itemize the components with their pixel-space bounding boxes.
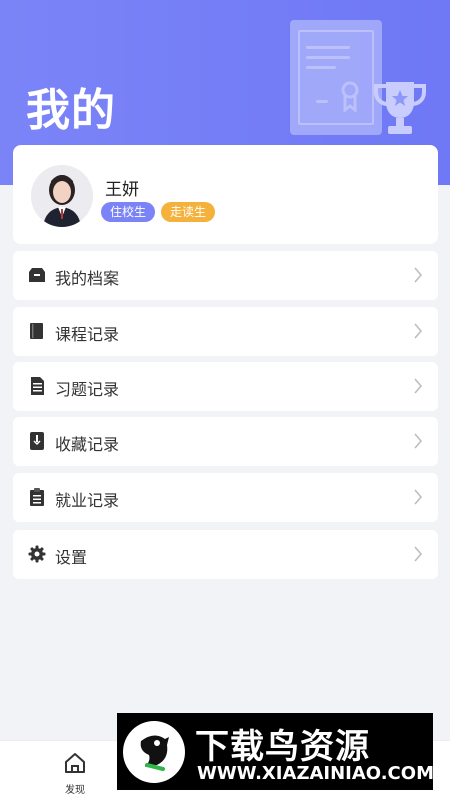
- menu-item-course-records[interactable]: 课程记录: [13, 307, 438, 356]
- book-icon: [30, 323, 43, 339]
- menu-item-my-archive[interactable]: 我的档案: [13, 251, 438, 300]
- certificate-illustration: [290, 20, 382, 135]
- menu-item-favorites-records[interactable]: 收藏记录: [13, 417, 438, 466]
- document-list-icon: [31, 377, 44, 395]
- clipboard-icon: [30, 488, 44, 506]
- menu-item-settings[interactable]: 设置: [13, 530, 438, 579]
- user-name: 王妍: [105, 180, 139, 200]
- menu-label: 设置: [55, 548, 88, 567]
- gear-icon: [28, 545, 46, 563]
- trophy-illustration: [374, 82, 426, 134]
- watermark-url: WWW.XIAZAINIAO.COM: [197, 763, 434, 784]
- chevron-right-icon: [414, 489, 423, 505]
- archive-box-icon: [29, 268, 45, 282]
- menu-label: 习题记录: [55, 380, 120, 399]
- profile-card[interactable]: 王妍 住校生 走读生: [13, 145, 438, 244]
- bookmark-icon: [30, 432, 44, 450]
- nav-tab-label: 发现: [65, 785, 85, 796]
- avatar[interactable]: [31, 165, 93, 227]
- menu-item-exercise-records[interactable]: 习题记录: [13, 362, 438, 411]
- menu-label: 课程记录: [55, 325, 120, 344]
- menu-item-employment-records[interactable]: 就业记录: [13, 473, 438, 522]
- nav-tab-discover[interactable]: 发现: [55, 751, 95, 796]
- bird-logo-icon: [123, 721, 185, 783]
- home-icon: [65, 753, 85, 773]
- chevron-right-icon: [414, 267, 423, 283]
- chevron-right-icon: [414, 378, 423, 394]
- chevron-right-icon: [414, 546, 423, 562]
- menu-label: 我的档案: [55, 269, 120, 288]
- day-student-badge: 走读生: [161, 202, 216, 222]
- chevron-right-icon: [414, 323, 423, 339]
- chevron-right-icon: [414, 433, 423, 449]
- watermark-title: 下载鸟资源: [195, 727, 370, 767]
- student-type-badges: 住校生 走读生: [101, 202, 216, 222]
- resident-student-badge: 住校生: [101, 202, 156, 222]
- page-title: 我的: [26, 85, 116, 136]
- menu-label: 就业记录: [55, 491, 120, 510]
- watermark-banner: 下载鸟资源 WWW.XIAZAINIAO.COM: [117, 713, 434, 790]
- menu-label: 收藏记录: [55, 435, 120, 454]
